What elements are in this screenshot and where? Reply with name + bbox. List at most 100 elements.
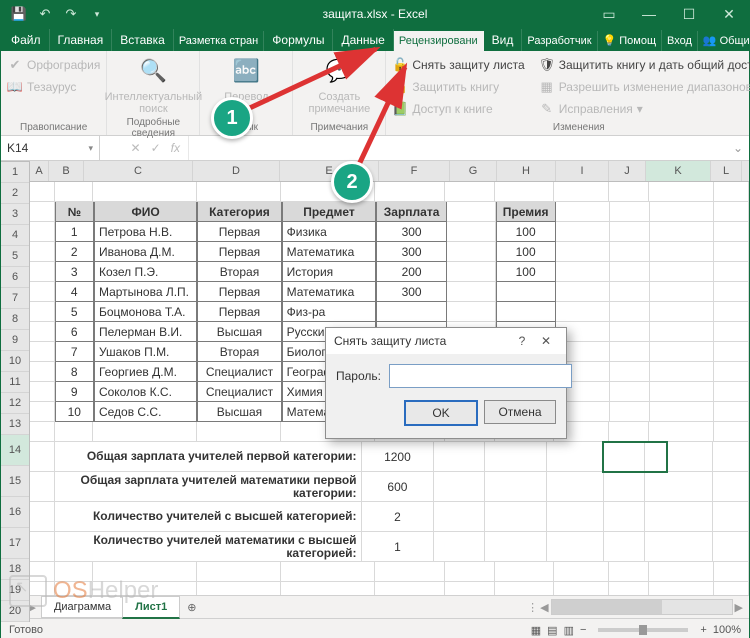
- cell[interactable]: [495, 582, 555, 595]
- cell[interactable]: [447, 282, 496, 302]
- cell[interactable]: [609, 582, 649, 595]
- cell[interactable]: [30, 222, 55, 242]
- cell[interactable]: [434, 502, 485, 532]
- header-fio[interactable]: ФИО: [94, 202, 197, 222]
- close-icon[interactable]: ✕: [709, 1, 749, 27]
- name-box[interactable]: K14▾: [1, 136, 100, 160]
- cell[interactable]: 8: [55, 362, 94, 382]
- row-header-3[interactable]: 3: [1, 204, 29, 225]
- cell[interactable]: [650, 362, 714, 382]
- cell[interactable]: [610, 302, 650, 322]
- cell[interactable]: [610, 322, 650, 342]
- cell[interactable]: [650, 222, 714, 242]
- save-icon[interactable]: 💾: [7, 2, 31, 26]
- add-sheet-icon[interactable]: ⊕: [179, 601, 204, 614]
- tab-data[interactable]: Данные: [333, 29, 393, 51]
- smart-lookup-button[interactable]: 🔍 Интеллектуальный поиск: [113, 55, 193, 115]
- cell[interactable]: [609, 422, 649, 442]
- unprotect-sheet-button[interactable]: 🔓Снять защиту листа: [392, 55, 524, 75]
- cell[interactable]: [714, 222, 749, 242]
- zoom-out-icon[interactable]: −: [580, 624, 586, 636]
- col-header-G[interactable]: G: [450, 161, 497, 181]
- cell[interactable]: [604, 442, 646, 472]
- cell[interactable]: [650, 302, 714, 322]
- cell[interactable]: [713, 532, 749, 562]
- row-header-7[interactable]: 7: [1, 288, 29, 309]
- cell[interactable]: Первая: [197, 282, 281, 302]
- cell[interactable]: [447, 202, 496, 222]
- cell[interactable]: [610, 342, 650, 362]
- cell[interactable]: [610, 262, 650, 282]
- row-header-15[interactable]: 15: [1, 466, 29, 497]
- col-header-L[interactable]: L: [711, 161, 742, 181]
- cell[interactable]: 2: [55, 242, 94, 262]
- cell[interactable]: [714, 562, 749, 582]
- cell[interactable]: [556, 262, 610, 282]
- cell[interactable]: [30, 302, 55, 322]
- cell[interactable]: [30, 342, 55, 362]
- row-header-16[interactable]: 16: [1, 497, 29, 528]
- cell[interactable]: [556, 222, 610, 242]
- tab-insert[interactable]: Вставка: [112, 29, 174, 51]
- cell[interactable]: [281, 562, 376, 582]
- cell[interactable]: [30, 382, 55, 402]
- cell[interactable]: Иванова Д.М.: [94, 242, 197, 262]
- cell[interactable]: [713, 502, 749, 532]
- row-header-11[interactable]: 11: [1, 372, 29, 393]
- cancel-button[interactable]: Отмена: [484, 400, 556, 424]
- cell[interactable]: [30, 402, 55, 422]
- cell[interactable]: 4: [55, 282, 94, 302]
- cell[interactable]: [547, 442, 603, 472]
- thesaurus-button[interactable]: 📖Тезаурус: [7, 77, 100, 97]
- cell[interactable]: [485, 442, 547, 472]
- cell[interactable]: [713, 472, 749, 502]
- cell[interactable]: [197, 562, 281, 582]
- cell[interactable]: Первая: [197, 222, 281, 242]
- undo-icon[interactable]: ↶: [33, 2, 57, 26]
- cell[interactable]: [649, 582, 714, 595]
- cell[interactable]: [610, 222, 650, 242]
- tab-developer[interactable]: Разработчик: [522, 31, 597, 51]
- cell[interactable]: [650, 242, 714, 262]
- tab-layout[interactable]: Разметка стран: [174, 31, 264, 51]
- summary-label[interactable]: Общая зарплата учителей первой категории…: [55, 442, 361, 472]
- cell[interactable]: [714, 382, 749, 402]
- cell[interactable]: 100: [496, 222, 556, 242]
- minimize-icon[interactable]: —: [629, 1, 669, 27]
- cell[interactable]: [30, 322, 55, 342]
- summary-label[interactable]: Общая зарплата учителей математики перво…: [55, 472, 361, 502]
- cell[interactable]: 6: [55, 322, 94, 342]
- cell[interactable]: [604, 472, 646, 502]
- allow-ranges-button[interactable]: ▦Разрешить изменение диапазонов: [539, 77, 750, 97]
- cell[interactable]: [495, 182, 555, 202]
- cell[interactable]: [30, 532, 55, 562]
- cell[interactable]: [610, 382, 650, 402]
- cell[interactable]: [714, 342, 749, 362]
- cell[interactable]: [714, 582, 749, 595]
- row-header-9[interactable]: 9: [1, 330, 29, 351]
- summary-value[interactable]: 600: [362, 472, 435, 502]
- cell[interactable]: [375, 182, 445, 202]
- cell[interactable]: [496, 302, 556, 322]
- dialog-close-icon[interactable]: ✕: [534, 334, 558, 348]
- cell[interactable]: [434, 472, 485, 502]
- cell[interactable]: [714, 422, 749, 442]
- chevron-down-icon[interactable]: ▾: [88, 143, 93, 154]
- cell[interactable]: Математика: [282, 282, 377, 302]
- cell[interactable]: [447, 302, 496, 322]
- cell[interactable]: [445, 582, 494, 595]
- tab-home[interactable]: Главная: [50, 29, 113, 51]
- cell[interactable]: [495, 562, 555, 582]
- cell[interactable]: [375, 582, 445, 595]
- view-break-icon[interactable]: ▥: [564, 624, 574, 637]
- cell[interactable]: [714, 202, 749, 222]
- header-num[interactable]: №: [55, 202, 94, 222]
- cell[interactable]: 100: [496, 242, 556, 262]
- cell[interactable]: Вторая: [197, 262, 281, 282]
- spelling-button[interactable]: ✔Орфография: [7, 55, 100, 75]
- cell[interactable]: [447, 242, 496, 262]
- cell[interactable]: 10: [55, 402, 94, 422]
- zoom-level[interactable]: 100%: [713, 624, 741, 636]
- cell[interactable]: [714, 242, 749, 262]
- cell[interactable]: [197, 182, 281, 202]
